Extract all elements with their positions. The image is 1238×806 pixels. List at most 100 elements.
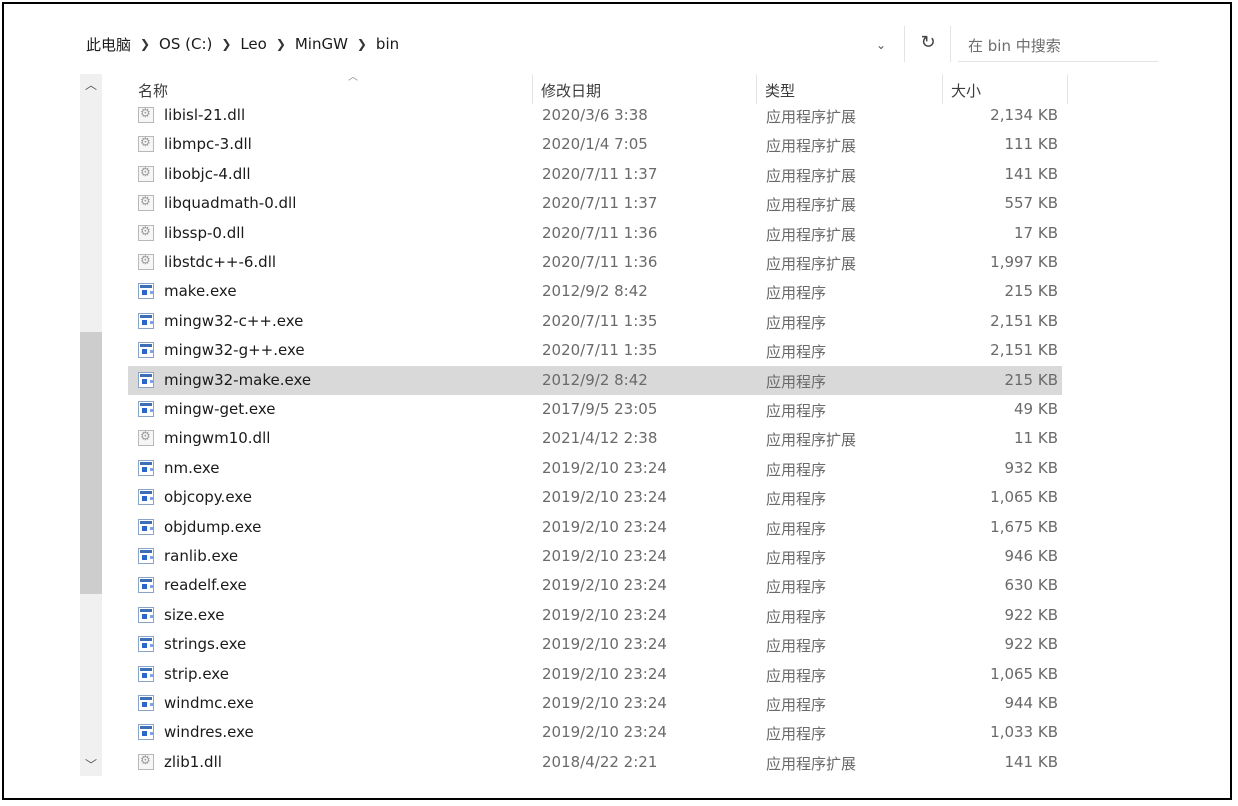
- file-name: objcopy.exe: [164, 488, 252, 507]
- file-name: libstdc++-6.dll: [164, 253, 277, 271]
- chevron-down-icon[interactable]: ⌄: [870, 34, 892, 56]
- file-size: 630 KB: [1004, 576, 1058, 595]
- file-row[interactable]: libssp-0.dll 2020/7/11 1:36 应用程序扩展 17 KB: [128, 219, 1062, 248]
- column-header-date[interactable]: 修改日期: [532, 74, 757, 104]
- exe-icon: [138, 371, 154, 388]
- file-name: ranlib.exe: [164, 547, 239, 565]
- file-row[interactable]: libmpc-3.dll 2020/1/4 7:05 应用程序扩展 111 KB: [128, 130, 1062, 159]
- file-type: 应用程序: [766, 637, 827, 656]
- file-row[interactable]: mingw32-g++.exe 2020/7/11 1:35 应用程序 2,151 K…: [128, 336, 1062, 365]
- breadcrumb-this-pc[interactable]: 此电脑: [84, 34, 133, 55]
- file-type: 应用程序: [766, 343, 827, 362]
- explorer-window: 此电脑 ❯ OS (C:) ❯ Leo ❯ MinGW ❯ bin ⌄ ↻ 在 …: [2, 2, 1232, 800]
- scroll-up-icon[interactable]: ︿: [80, 74, 102, 96]
- file-date: 2012/9/2 8:42: [542, 370, 648, 389]
- file-name: size.exe: [164, 605, 225, 624]
- search-input[interactable]: 在 bin 中搜索: [958, 26, 1158, 62]
- file-row[interactable]: mingw-get.exe 2017/9/5 23:05 应用程序 49 KB: [128, 395, 1062, 424]
- exe-icon: [138, 283, 154, 300]
- file-row[interactable]: readelf.exe 2019/2/10 23:24 应用程序 630 KB: [128, 571, 1062, 600]
- file-size: 1,033 KB: [990, 723, 1058, 742]
- dll-icon: [138, 106, 154, 123]
- file-type: 应用程序扩展: [766, 431, 857, 450]
- file-row[interactable]: objdump.exe 2019/2/10 23:24 应用程序 1,675 KB: [128, 513, 1062, 542]
- file-date: 2020/7/11 1:37: [542, 194, 658, 213]
- column-header-size[interactable]: 大小: [942, 74, 1068, 104]
- file-row[interactable]: ranlib.exe 2019/2/10 23:24 应用程序 946 KB: [128, 542, 1062, 571]
- file-type: 应用程序扩展: [766, 108, 857, 126]
- breadcrumb-bin[interactable]: bin: [374, 35, 401, 53]
- scroll-down-icon[interactable]: ﹀: [80, 754, 102, 776]
- breadcrumb-leo[interactable]: Leo: [238, 35, 269, 53]
- chevron-right-icon[interactable]: ❯: [219, 37, 233, 51]
- scrollbar-thumb[interactable]: [80, 332, 102, 594]
- file-date: 2021/4/12 2:38: [542, 429, 658, 448]
- file-date: 2019/2/10 23:24: [542, 458, 667, 477]
- file-row[interactable]: mingw32-make.exe 2012/9/2 8:42 应用程序 215 KB: [128, 365, 1062, 395]
- file-row[interactable]: objcopy.exe 2019/2/10 23:24 应用程序 1,065 KB: [128, 483, 1062, 512]
- chevron-right-icon[interactable]: ❯: [355, 37, 369, 51]
- file-type: 应用程序: [766, 549, 827, 567]
- file-date: 2020/3/6 3:38: [542, 106, 648, 124]
- file-date: 2019/2/10 23:24: [542, 488, 667, 507]
- vertical-scrollbar[interactable]: ︿ ﹀: [80, 74, 102, 776]
- file-size: 1,065 KB: [990, 664, 1058, 683]
- file-row[interactable]: libobjc-4.dll 2020/7/11 1:37 应用程序扩展 141 KB: [128, 160, 1062, 189]
- file-row[interactable]: libquadmath-0.dll 2020/7/11 1:37 应用程序扩展 557…: [128, 189, 1062, 218]
- file-row[interactable]: windmc.exe 2019/2/10 23:24 应用程序 944 KB: [128, 689, 1062, 718]
- search-placeholder: 在 bin 中搜索: [968, 37, 1061, 55]
- file-row[interactable]: strip.exe 2019/2/10 23:24 应用程序 1,065 KB: [128, 660, 1062, 689]
- file-name: strings.exe: [164, 635, 247, 654]
- file-name: libquadmath-0.dll: [164, 194, 297, 213]
- file-date: 2020/7/11 1:36: [542, 253, 658, 271]
- file-row[interactable]: mingwm10.dll 2021/4/12 2:38 应用程序扩展 11 KB: [128, 424, 1062, 453]
- file-type: 应用程序扩展: [766, 225, 857, 244]
- file-row[interactable]: size.exe 2019/2/10 23:24 应用程序 922 KB: [128, 601, 1062, 630]
- exe-icon: [138, 606, 154, 623]
- column-header: 名称 ︿ 修改日期 类型 大小: [102, 72, 1068, 104]
- file-row[interactable]: nm.exe 2019/2/10 23:24 应用程序 932 KB: [128, 454, 1062, 483]
- file-date: 2020/7/11 1:36: [542, 223, 658, 242]
- file-date: 2012/9/2 8:42: [542, 282, 648, 301]
- file-type: 应用程序: [766, 284, 827, 303]
- file-row[interactable]: libisl-21.dll 2020/3/6 3:38 应用程序扩展 2,134 KB: [128, 104, 1062, 130]
- file-type: 应用程序: [766, 372, 827, 391]
- file-name: mingw32-g++.exe: [164, 341, 305, 360]
- file-date: 2019/2/10 23:24: [542, 635, 667, 654]
- file-row[interactable]: mingw32-c++.exe 2020/7/11 1:35 应用程序 2,151 K…: [128, 307, 1062, 336]
- file-row[interactable]: make.exe 2012/9/2 8:42 应用程序 215 KB: [128, 277, 1062, 306]
- file-size: 2,134 KB: [990, 106, 1058, 124]
- chevron-right-icon[interactable]: ❯: [138, 37, 152, 51]
- column-header-name[interactable]: 名称 ︿: [130, 72, 532, 104]
- file-size: 141 KB: [1004, 164, 1058, 183]
- file-row[interactable]: libstdc++-6.dll 2020/7/11 1:36 应用程序扩展 1,997…: [128, 248, 1062, 277]
- file-type: 应用程序: [766, 666, 827, 685]
- file-name: strip.exe: [164, 664, 229, 683]
- file-row[interactable]: windres.exe 2019/2/10 23:24 应用程序 1,033 KB: [128, 718, 1062, 747]
- breadcrumb-mingw[interactable]: MinGW: [293, 35, 350, 53]
- file-date: 2019/2/10 23:24: [542, 517, 667, 536]
- address-bar: 此电脑 ❯ OS (C:) ❯ Leo ❯ MinGW ❯ bin ⌄ ↻ 在 …: [4, 4, 1230, 78]
- breadcrumb-os-c[interactable]: OS (C:): [157, 35, 214, 53]
- file-date: 2019/2/10 23:24: [542, 576, 667, 595]
- file-type: 应用程序: [766, 725, 827, 744]
- chevron-right-icon[interactable]: ❯: [274, 37, 288, 51]
- exe-icon: [138, 577, 154, 594]
- file-name: libssp-0.dll: [164, 223, 245, 242]
- file-size: 17 KB: [1014, 223, 1058, 242]
- file-row[interactable]: strings.exe 2019/2/10 23:24 应用程序 922 KB: [128, 630, 1062, 659]
- file-size: 2,151 KB: [990, 311, 1058, 330]
- exe-icon: [138, 401, 154, 417]
- file-size: 944 KB: [1004, 694, 1058, 712]
- file-list: libisl-21.dll 2020/3/6 3:38 应用程序扩展 2,134 KB…: [128, 104, 1062, 776]
- file-size: 932 KB: [1004, 458, 1058, 477]
- column-header-type[interactable]: 类型: [756, 74, 943, 104]
- refresh-icon[interactable]: ↻: [916, 31, 940, 55]
- breadcrumb: 此电脑 ❯ OS (C:) ❯ Leo ❯ MinGW ❯ bin: [84, 32, 401, 56]
- file-name: windres.exe: [164, 723, 254, 742]
- file-size: 1,675 KB: [990, 517, 1058, 536]
- file-type: 应用程序扩展: [766, 196, 857, 215]
- exe-icon: [138, 518, 154, 535]
- dll-icon: [138, 194, 154, 212]
- file-row[interactable]: zlib1.dll 2018/4/22 2:21 应用程序扩展 141 KB: [128, 748, 1062, 776]
